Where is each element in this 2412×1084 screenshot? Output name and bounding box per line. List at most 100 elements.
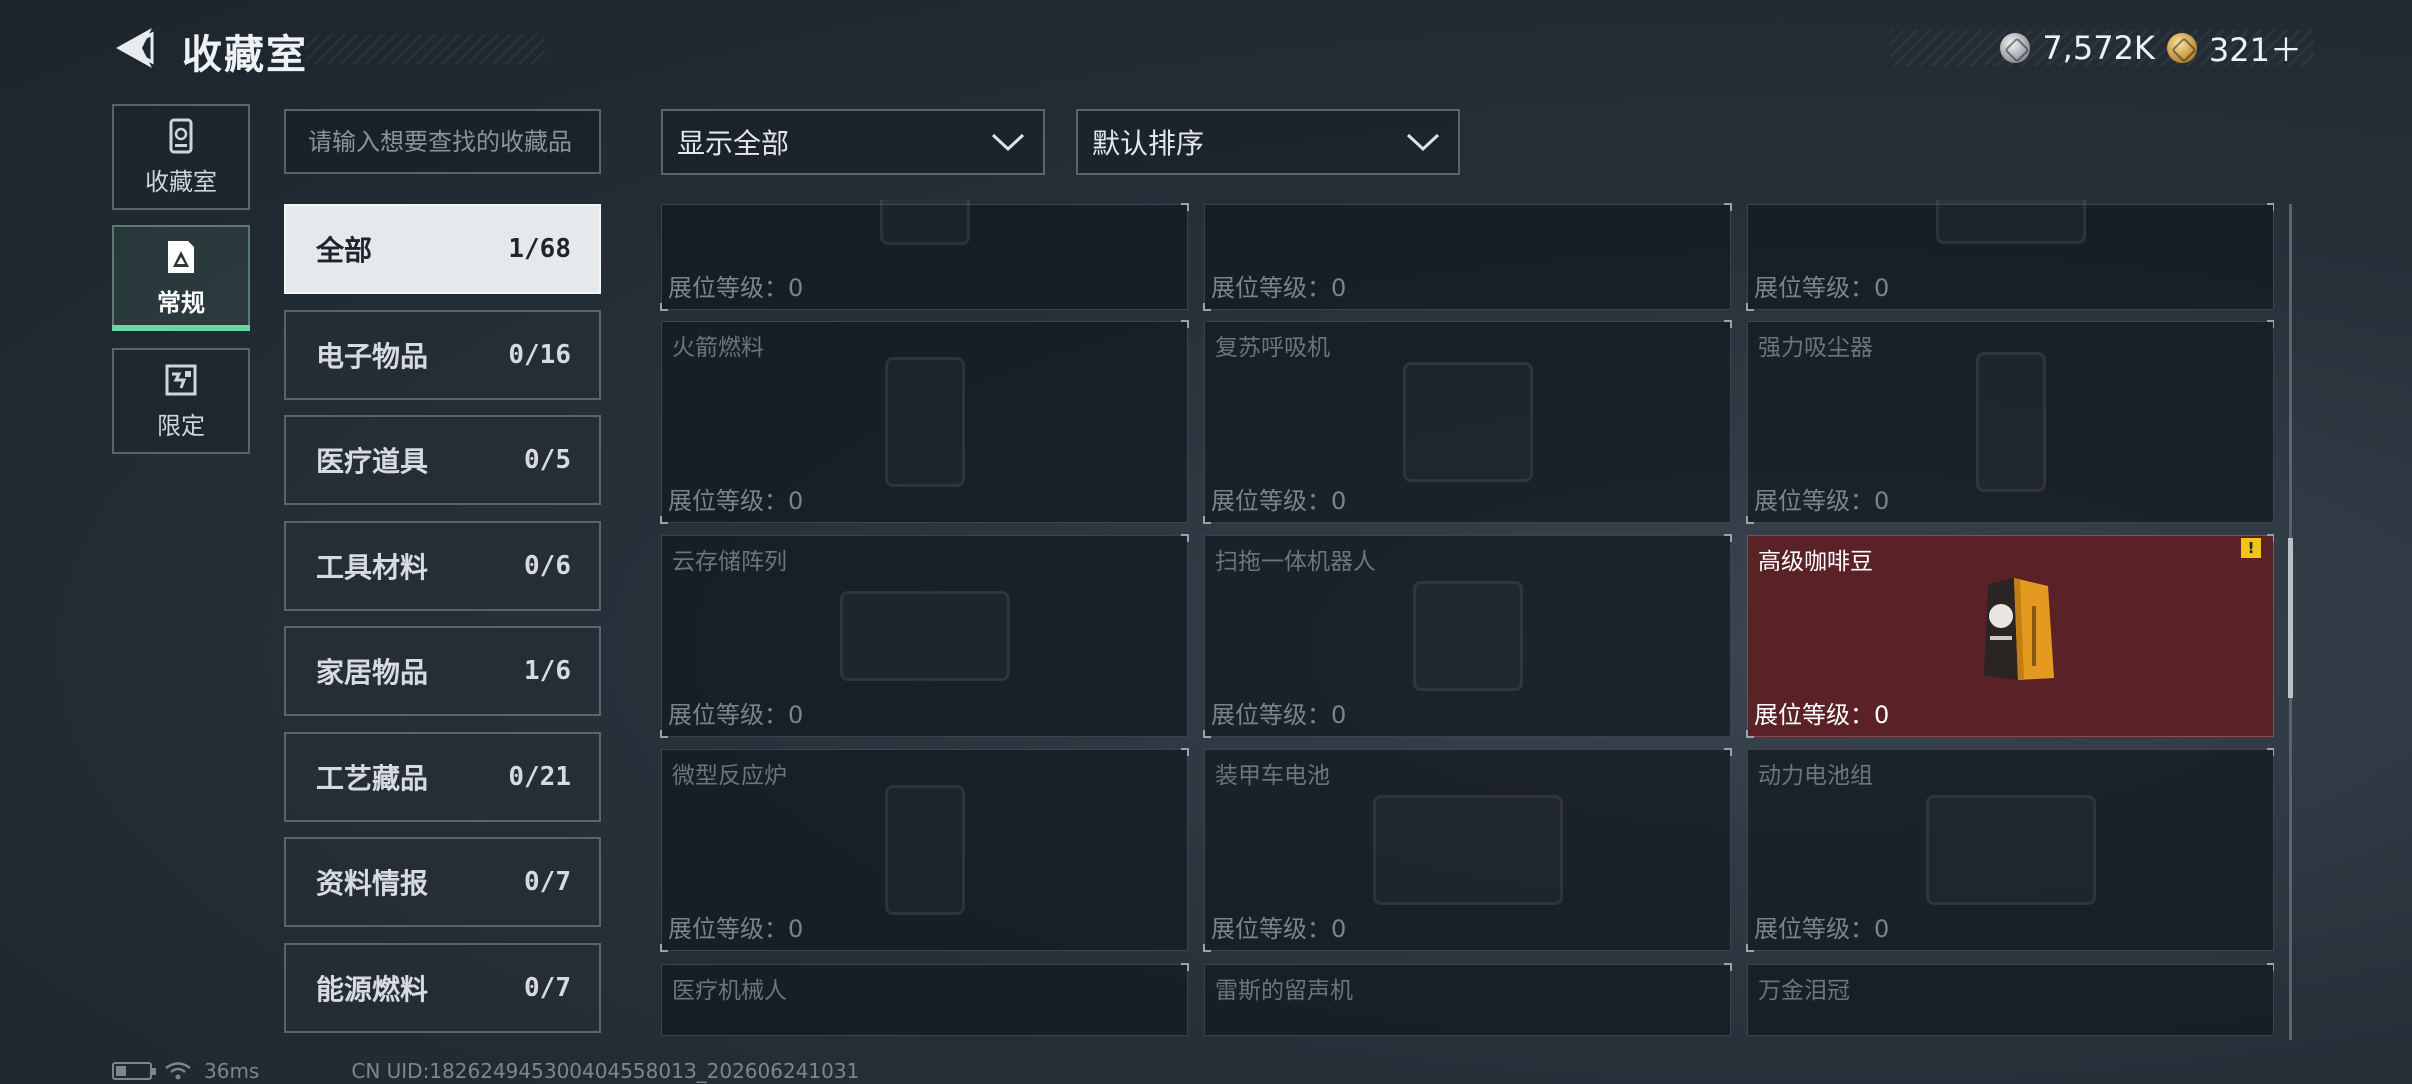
nav-item-label: 收藏室 (145, 167, 217, 196)
currency-bar: 7,572K 321＋ (1890, 29, 2314, 69)
item-name: 装甲车电池 (1215, 763, 1330, 789)
category-name: 电子物品 (316, 340, 429, 373)
category-count: 0/21 (508, 762, 571, 792)
collection-item[interactable]: 微型反应炉 展位等级：0 (660, 748, 1189, 952)
status-bar: 36ms CN UID:18262494530040455801З_202606… (112, 1059, 860, 1083)
item-image (1975, 352, 2046, 492)
nav-item-label: 限定 (157, 411, 205, 440)
item-name: 高级咖啡豆 (1758, 549, 1873, 575)
collection-grid: 展位等级：0 展位等级：0 展位等级：0 火箭燃料 展位等级：0 复苏呼吸机 展… (660, 200, 2274, 1040)
grid-scrollbar-thumb[interactable] (2288, 538, 2293, 698)
wifi-icon (165, 1062, 191, 1080)
nav-item-label: 常规 (157, 288, 205, 317)
chevron-down-icon (1406, 133, 1440, 152)
collection-item-owned[interactable]: 高级咖啡豆 ! 展位等级：0 (1746, 534, 2274, 738)
category-name: 医疗道具 (316, 445, 429, 478)
item-image (1412, 581, 1523, 691)
item-name: 强力吸尘器 (1758, 335, 1873, 361)
sort-dropdown[interactable]: 默认排序 (1076, 109, 1460, 175)
gold-coin-amount[interactable]: 321＋ (2209, 25, 2302, 71)
collection-item[interactable]: 展位等级：0 (660, 200, 1189, 311)
collection-item[interactable]: 云存储阵列 展位等级：0 (660, 534, 1189, 738)
category-household[interactable]: 家居物品 1/6 (284, 626, 601, 716)
item-level: 展位等级：0 (668, 701, 804, 729)
collection-item[interactable]: 扫拖一体机器人 展位等级：0 (1203, 534, 1732, 738)
item-image (884, 357, 965, 487)
ping-value: 36ms (204, 1059, 260, 1083)
nav-item-collection-room[interactable]: 收藏室 (112, 104, 250, 210)
collection-item[interactable]: 展位等级：0 (1746, 200, 2274, 311)
category-medical[interactable]: 医疗道具 0/5 (284, 415, 601, 505)
item-name: 火箭燃料 (672, 335, 764, 361)
item-level: 展位等级：0 (1754, 915, 1890, 943)
collection-item[interactable]: 强力吸尘器 展位等级：0 (1746, 320, 2274, 524)
item-image (1402, 362, 1533, 482)
category-count: 0/5 (524, 445, 571, 475)
category-name: 资料情报 (316, 867, 429, 900)
collection-room-icon (169, 118, 193, 153)
item-image (1372, 795, 1563, 905)
collection-item[interactable]: 动力电池组 展位等级：0 (1746, 748, 2274, 952)
item-level: 展位等级：0 (1211, 915, 1347, 943)
item-image (1925, 795, 2096, 905)
show-filter-value: 显示全部 (677, 127, 790, 160)
nav-item-regular[interactable]: 常规 (112, 225, 250, 331)
page-title: 收藏室 (182, 32, 308, 78)
silver-coin-amount: 7,572K (2042, 29, 2155, 67)
item-name: 扫拖一体机器人 (1215, 549, 1376, 575)
collection-item[interactable]: 装甲车电池 展位等级：0 (1203, 748, 1732, 952)
category-fuel[interactable]: 能源燃料 0/7 (284, 943, 601, 1033)
category-count: 0/16 (508, 340, 571, 370)
item-level: 展位等级：0 (1754, 274, 1890, 302)
item-level: 展位等级：0 (1754, 487, 1890, 515)
back-icon[interactable] (112, 26, 156, 70)
item-image (1935, 200, 2086, 244)
alert-badge: ! (2241, 538, 2261, 558)
category-intel[interactable]: 资料情报 0/7 (284, 837, 601, 927)
category-name: 工艺藏品 (316, 762, 429, 795)
collection-item[interactable]: 雷斯的留声机 (1204, 963, 1732, 1036)
category-name: 家居物品 (316, 656, 429, 689)
item-image (839, 591, 1010, 681)
category-name: 全部 (316, 234, 373, 267)
collection-item[interactable]: 展位等级：0 (1203, 203, 1732, 311)
search-input[interactable] (284, 109, 601, 174)
item-level: 展位等级：0 (1211, 487, 1347, 515)
category-count: 1/68 (508, 234, 571, 264)
category-tools[interactable]: 工具材料 0/6 (284, 521, 601, 611)
item-image (884, 785, 965, 915)
show-filter-dropdown[interactable]: 显示全部 (661, 109, 1045, 175)
item-name: 复苏呼吸机 (1215, 335, 1330, 361)
sort-value: 默认排序 (1092, 127, 1205, 160)
item-level: 展位等级：0 (1211, 274, 1347, 302)
item-name: 云存储阵列 (672, 549, 787, 575)
category-count: 1/6 (524, 656, 571, 686)
collection-item[interactable]: 万金泪冠 (1747, 963, 2274, 1036)
item-level: 展位等级：0 (1754, 701, 1890, 729)
nav-item-limited[interactable]: 限定 (112, 348, 250, 454)
item-name: 雷斯的留声机 (1215, 978, 1353, 1004)
item-image (879, 200, 970, 245)
user-uid: CN UID:18262494530040455801З_20260624103… (351, 1059, 860, 1083)
category-all[interactable]: 全部 1/68 (284, 204, 601, 294)
category-name: 能源燃料 (316, 973, 429, 1006)
gold-coin-icon (2166, 33, 2197, 63)
category-count: 0/7 (524, 867, 571, 897)
category-electronics[interactable]: 电子物品 0/16 (284, 310, 601, 400)
item-name: 微型反应炉 (672, 763, 787, 789)
silver-coin-icon (2000, 33, 2031, 63)
title-decoration (305, 34, 545, 64)
collection-item[interactable]: 复苏呼吸机 展位等级：0 (1203, 320, 1732, 524)
regular-icon (168, 240, 194, 273)
item-level: 展位等级：0 (668, 487, 804, 515)
battery-icon (112, 1062, 156, 1080)
item-name: 动力电池组 (1758, 763, 1873, 789)
item-level: 展位等级：0 (1211, 701, 1347, 729)
collection-item[interactable]: 医疗机械人 (661, 963, 1189, 1036)
collection-item[interactable]: 火箭燃料 展位等级：0 (660, 320, 1189, 524)
category-count: 0/6 (524, 551, 571, 581)
item-name: 万金泪冠 (1758, 978, 1850, 1004)
category-name: 工具材料 (316, 551, 429, 584)
item-name: 医疗机械人 (672, 978, 787, 1004)
category-crafts[interactable]: 工艺藏品 0/21 (284, 732, 601, 822)
